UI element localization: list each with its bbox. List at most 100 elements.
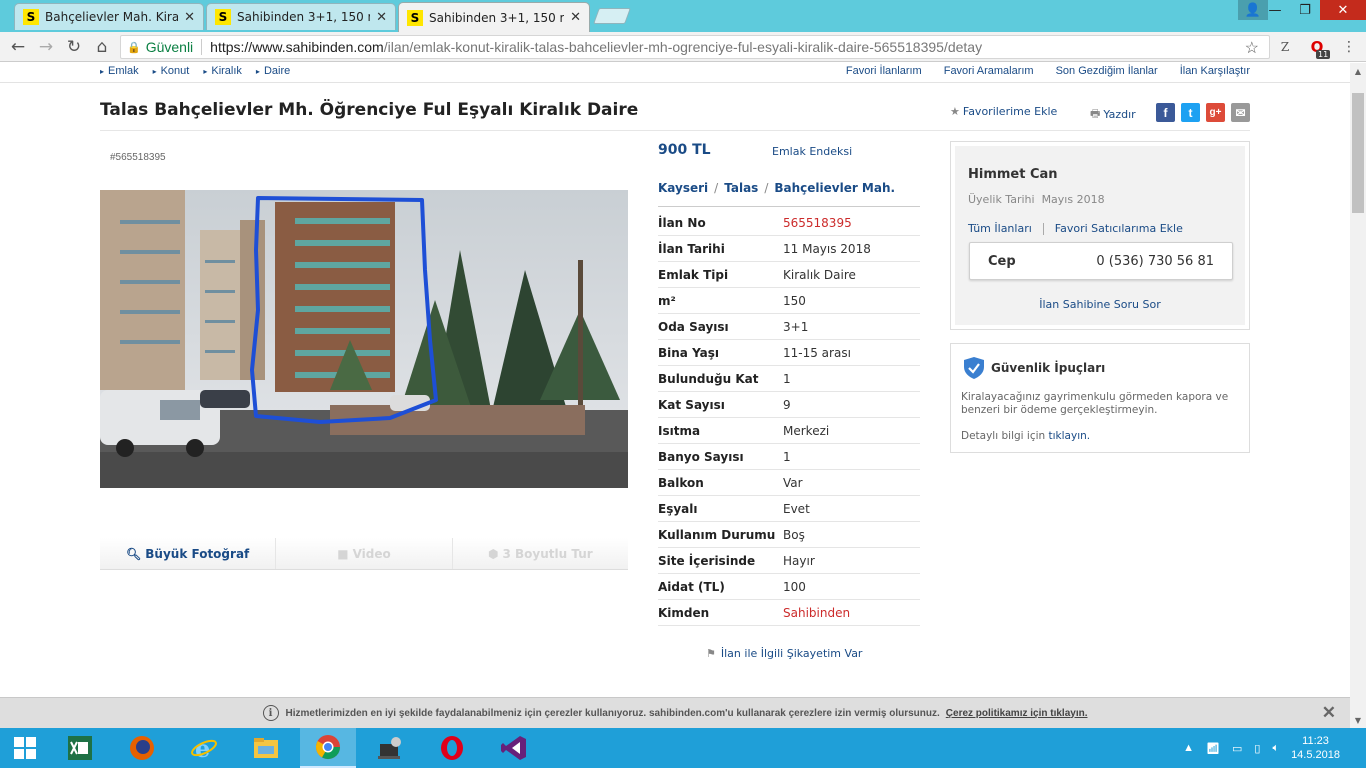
breadcrumb-konut[interactable]: Konut (153, 65, 190, 77)
video-tab: ■ Video (276, 538, 453, 569)
url-path: /ilan/emlak-konut-kiralik-talas-bahcelie… (383, 39, 983, 55)
breadcrumb-emlak[interactable]: Emlak (100, 65, 139, 77)
firefox-taskbar-icon[interactable] (114, 728, 170, 768)
browser-tab-strip: S Bahçelievler Mah. Kiralık D ✕ S Sahibi… (0, 0, 1366, 32)
close-tab-icon[interactable]: ✕ (376, 10, 387, 25)
network-tool-taskbar-icon[interactable] (362, 728, 418, 768)
tab-title: Sahibinden 3+1, 150 m2 (237, 10, 370, 24)
opera-icon (441, 736, 463, 760)
member-since-value: Mayıs 2018 (1041, 193, 1105, 206)
email-share-icon[interactable]: ✉ (1231, 103, 1250, 122)
visual-studio-icon (501, 736, 526, 760)
seller-card: Himmet Can Üyelik Tarihi Mayıs 2018 Tüm … (950, 141, 1250, 330)
facebook-share-icon[interactable]: f (1156, 103, 1175, 122)
emlak-endeksi-link[interactable]: Emlak Endeksi (772, 145, 852, 158)
clock[interactable]: 11:23 14.5.2018 (1291, 734, 1340, 762)
all-listings-link[interactable]: Tüm İlanları (968, 222, 1032, 235)
favorite-listings-link[interactable]: Favori İlanlarım (846, 65, 922, 77)
spec-value: 150 (783, 293, 806, 308)
spec-row: Kat Sayısı 9 (658, 392, 920, 418)
twitter-share-icon[interactable]: t (1181, 103, 1200, 122)
home-icon[interactable]: ⌂ (92, 37, 112, 57)
google-plus-share-icon[interactable]: g+ (1206, 103, 1225, 122)
secure-label: Güvenli (145, 39, 194, 55)
spec-label: Emlak Tipi (658, 267, 729, 282)
forward-icon[interactable]: → (36, 37, 56, 57)
file-explorer-taskbar-icon[interactable] (238, 728, 294, 768)
internet-explorer-taskbar-icon[interactable]: e (176, 728, 232, 768)
spec-label: m² (658, 293, 676, 308)
more-info-link[interactable]: tıklayın. (1049, 430, 1091, 442)
location-city[interactable]: Kayseri (658, 181, 708, 195)
minimize-icon[interactable]: — (1260, 0, 1290, 20)
reload-icon[interactable]: ↻ (64, 37, 84, 57)
network-signal-icon[interactable]: 📶︎ (1206, 742, 1220, 755)
opera-taskbar-icon[interactable] (424, 728, 480, 768)
listing-id: #565518395 (110, 152, 166, 163)
display-icon[interactable]: ▭ (1232, 742, 1242, 755)
print-button[interactable]: 🖶 Yazdır (1090, 105, 1136, 124)
star-icon: ★ (950, 105, 960, 118)
omnibox-divider (201, 39, 203, 55)
cookie-text: Hizmetlerimizden en iyi şekilde faydalan… (285, 707, 940, 719)
close-tab-icon[interactable]: ✕ (570, 10, 581, 25)
location-divider (658, 206, 920, 207)
browser-tab-3-active[interactable]: S Sahibinden 3+1, 150 m2 ✕ (398, 2, 590, 32)
address-bar[interactable]: 🔒 Güvenli https://www.sahibinden.com /il… (120, 35, 1270, 59)
info-icon: i (262, 705, 279, 721)
location-neighborhood[interactable]: Bahçelievler Mah. (774, 181, 895, 195)
bookmark-star-icon[interactable]: ☆ (1245, 38, 1259, 58)
spec-value: 1 (783, 449, 791, 464)
photo-illustration (100, 190, 628, 488)
breadcrumb-daire[interactable]: Daire (256, 65, 290, 77)
excel-taskbar-icon[interactable] (52, 728, 108, 768)
back-icon[interactable]: ← (8, 37, 28, 57)
large-photo-tab[interactable]: 🔍︎ Büyük Fotoğraf (100, 538, 277, 569)
window-close-icon[interactable]: ✕ (1320, 0, 1366, 20)
zotero-extension-icon[interactable]: Z (1276, 38, 1294, 56)
safety-tips-box: Güvenlik İpuçları Kiralayacağınız gayrim… (950, 343, 1250, 453)
show-hidden-icons-icon[interactable]: ▲ (1183, 742, 1194, 754)
spec-label: Balkon (658, 475, 704, 490)
phone-box[interactable]: Cep 0 (536) 730 56 81 (969, 242, 1233, 280)
listing-photo[interactable] (100, 190, 628, 488)
cookie-banner: i Hizmetlerimizden en iyi şekilde faydal… (0, 697, 1350, 728)
spec-label: İlan Tarihi (658, 241, 725, 256)
favorite-searches-link[interactable]: Favori Aramalarım (944, 65, 1034, 77)
tab-title: Sahibinden 3+1, 150 m2 (429, 10, 565, 25)
close-tab-icon[interactable]: ✕ (184, 10, 195, 25)
page-scrollbar[interactable]: ▲ ▼ (1350, 63, 1366, 728)
battery-icon[interactable]: ▯ (1254, 742, 1260, 755)
restore-icon[interactable]: ❐ (1290, 0, 1320, 20)
add-favorite-seller-link[interactable]: Favori Satıcılarıma Ekle (1055, 222, 1183, 235)
scroll-up-arrow-icon[interactable]: ▲ (1350, 63, 1366, 79)
cookie-policy-link[interactable]: Çerez politikamız için tıklayın. (946, 708, 1088, 719)
add-favorites-button[interactable]: ★ Favorilerime Ekle (950, 105, 1057, 118)
ask-seller-link[interactable]: İlan Sahibine Soru Sor (955, 298, 1245, 311)
spec-table: İlan No 565518395 İlan Tarihi 11 Mayıs 201… (658, 210, 920, 626)
report-listing-link[interactable]: ⚑ İlan ile İlgili Şikayetim Var (706, 647, 862, 660)
browser-tab-2[interactable]: S Sahibinden 3+1, 150 m2 ✕ (206, 3, 396, 30)
breadcrumb: Emlak Konut Kiralık Daire (100, 65, 304, 77)
spec-label: Bina Yaşı (658, 345, 720, 360)
recently-viewed-link[interactable]: Son Gezdiğim İlanlar (1056, 65, 1158, 77)
visual-studio-taskbar-icon[interactable] (486, 728, 542, 768)
browser-tab-1[interactable]: S Bahçelievler Mah. Kiralık D ✕ (14, 3, 204, 30)
scroll-thumb[interactable] (1352, 93, 1364, 213)
compare-listings-link[interactable]: İlan Karşılaştır (1180, 65, 1250, 77)
location-district[interactable]: Talas (724, 181, 758, 195)
start-button[interactable] (0, 728, 50, 768)
spec-value: 3+1 (783, 319, 809, 334)
chrome-taskbar-icon[interactable] (300, 728, 356, 768)
scroll-down-arrow-icon[interactable]: ▼ (1350, 712, 1366, 728)
lock-icon[interactable]: 🔒 (127, 41, 141, 54)
new-tab-button[interactable] (593, 8, 631, 24)
spec-row: Banyo Sayısı 1 (658, 444, 920, 470)
close-icon[interactable]: ✕ (1322, 703, 1336, 723)
print-label: Yazdır (1103, 108, 1136, 121)
safety-tips-title: Güvenlik İpuçları (991, 361, 1106, 375)
browser-menu-icon[interactable]: ⋮ (1340, 38, 1358, 56)
volume-icon[interactable]: 🔈︎ (1272, 742, 1279, 755)
breadcrumb-kiralik[interactable]: Kiralık (203, 65, 242, 77)
sahibinden-favicon: S (215, 9, 231, 25)
